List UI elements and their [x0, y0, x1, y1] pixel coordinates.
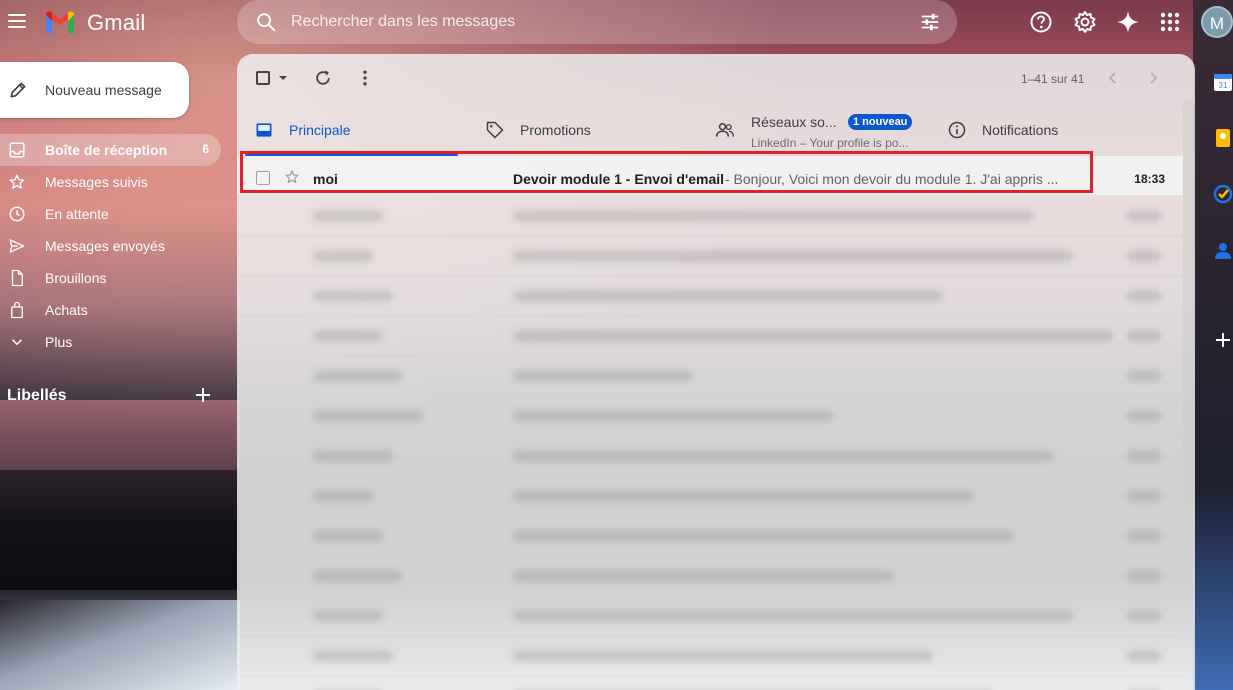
pagination-range: 1–41 sur 41: [1021, 72, 1085, 86]
svg-text:31: 31: [1219, 81, 1228, 90]
search-icon[interactable]: [255, 11, 277, 33]
email-time: 18:33: [1134, 172, 1165, 186]
help-icon[interactable]: [1029, 10, 1053, 34]
select-all-checkbox[interactable]: [256, 71, 270, 85]
email-snippet: - Bonjour, Voici mon devoir du module 1.…: [725, 171, 1059, 187]
sidebar-item-more[interactable]: Plus: [0, 326, 221, 358]
search-options-icon[interactable]: [919, 11, 941, 33]
sidebar-item-drafts[interactable]: Brouillons: [0, 262, 221, 294]
labels-heading: Libellés: [7, 387, 67, 404]
sidebar-item-label: En attente: [45, 206, 109, 222]
email-row[interactable]: [237, 596, 1183, 636]
sidebar-item-label: Plus: [45, 334, 73, 350]
keep-icon[interactable]: [1213, 128, 1233, 148]
sidebar-item-label: Brouillons: [45, 270, 107, 286]
tab-primary[interactable]: Principale: [237, 106, 467, 156]
search-bar[interactable]: [237, 0, 957, 44]
gemini-sparkle-icon[interactable]: [1116, 10, 1140, 34]
inbox-icon: [9, 142, 25, 158]
next-page-icon[interactable]: [1145, 70, 1161, 86]
email-row[interactable]: [237, 276, 1183, 316]
contacts-icon[interactable]: [1213, 240, 1233, 260]
tab-label: Principale: [289, 122, 351, 138]
add-label-icon[interactable]: [195, 387, 211, 403]
tab-preview-text: LinkedIn – Your profile is po...: [751, 136, 909, 150]
app-title: Gmail: [87, 10, 146, 35]
category-tabs: Principale Promotions Réseaux so... 1 no…: [237, 106, 1195, 156]
email-row[interactable]: [237, 556, 1183, 596]
apps-grid-icon[interactable]: [1158, 10, 1182, 34]
sidebar-item-label: Boîte de réception: [45, 142, 168, 158]
email-row[interactable]: [237, 636, 1183, 676]
list-toolbar: 1–41 sur 41: [237, 54, 1195, 102]
draft-icon: [11, 269, 23, 287]
email-row[interactable]: [237, 516, 1183, 556]
tab-social[interactable]: Réseaux so... 1 nouveau LinkedIn – Your …: [709, 106, 939, 156]
tab-label: Réseaux so...: [751, 114, 837, 130]
new-badge: 1 nouveau: [848, 114, 913, 130]
send-icon: [9, 239, 25, 253]
gear-icon[interactable]: [1073, 10, 1097, 34]
email-row[interactable]: [237, 316, 1183, 356]
star-icon[interactable]: [284, 169, 300, 185]
sidebar-item-label: Messages suivis: [45, 174, 148, 190]
calendar-icon[interactable]: 31: [1213, 72, 1233, 92]
select-dropdown-icon[interactable]: [278, 74, 288, 82]
info-icon: [948, 121, 966, 139]
refresh-icon[interactable]: [313, 68, 333, 88]
sidebar-item-starred[interactable]: Messages suivis: [0, 166, 221, 198]
chevron-down-icon: [11, 339, 23, 346]
email-row[interactable]: [237, 396, 1183, 436]
email-list: moi Devoir module 1 - Envoi d'email - Bo…: [237, 156, 1183, 690]
compose-label: Nouveau message: [45, 82, 162, 98]
background-snow: [0, 600, 240, 690]
inbox-tab-icon: [256, 123, 272, 137]
row-checkbox[interactable]: [256, 171, 270, 185]
email-row[interactable]: [237, 356, 1183, 396]
search-input[interactable]: [291, 8, 891, 36]
previous-page-icon[interactable]: [1105, 70, 1121, 86]
tasks-icon[interactable]: [1213, 184, 1233, 204]
sidebar-item-inbox[interactable]: Boîte de réception 6: [0, 134, 221, 166]
background-trees: [0, 470, 240, 590]
sidebar-item-label: Achats: [45, 302, 88, 318]
email-row[interactable]: moi Devoir module 1 - Envoi d'email - Bo…: [237, 156, 1183, 196]
more-options-icon[interactable]: [355, 68, 375, 88]
sidebar-item-purchases[interactable]: Achats: [0, 294, 221, 326]
message-list-panel: 1–41 sur 41 Principale Promotions Réseau…: [237, 54, 1195, 690]
sidebar-nav: Boîte de réception 6 Messages suivis En …: [0, 134, 221, 358]
tab-label: Notifications: [982, 122, 1059, 138]
email-row[interactable]: [237, 196, 1183, 236]
tab-label: Promotions: [520, 122, 591, 138]
shopping-bag-icon: [11, 301, 23, 319]
account-avatar[interactable]: M: [1201, 6, 1233, 38]
email-subject: Devoir module 1 - Envoi d'email: [513, 171, 725, 187]
compose-button[interactable]: Nouveau message: [0, 62, 189, 118]
sidebar-item-snoozed[interactable]: En attente: [0, 198, 221, 230]
tag-icon: [486, 121, 504, 139]
email-sender: moi: [313, 171, 338, 187]
pencil-icon: [10, 82, 26, 98]
unread-count: 6: [202, 142, 209, 156]
email-row[interactable]: [237, 236, 1183, 276]
hamburger-menu-icon[interactable]: [8, 14, 26, 28]
email-row[interactable]: [237, 476, 1183, 516]
list-scrollbar[interactable]: [1183, 100, 1195, 504]
top-bar: Gmail M: [0, 0, 1233, 46]
gmail-m-icon: [46, 11, 74, 33]
tab-notifications[interactable]: Notifications: [945, 106, 1175, 156]
gmail-logo[interactable]: Gmail: [44, 10, 145, 36]
sidebar-item-label: Messages envoyés: [45, 238, 165, 254]
star-icon: [9, 174, 25, 189]
sidebar-item-sent[interactable]: Messages envoyés: [0, 230, 221, 262]
people-icon: [715, 123, 734, 137]
clock-icon: [9, 206, 25, 222]
tab-promotions[interactable]: Promotions: [473, 106, 703, 156]
email-row[interactable]: [237, 436, 1183, 476]
add-addon-icon[interactable]: [1213, 330, 1233, 350]
email-row[interactable]: [237, 676, 1183, 690]
